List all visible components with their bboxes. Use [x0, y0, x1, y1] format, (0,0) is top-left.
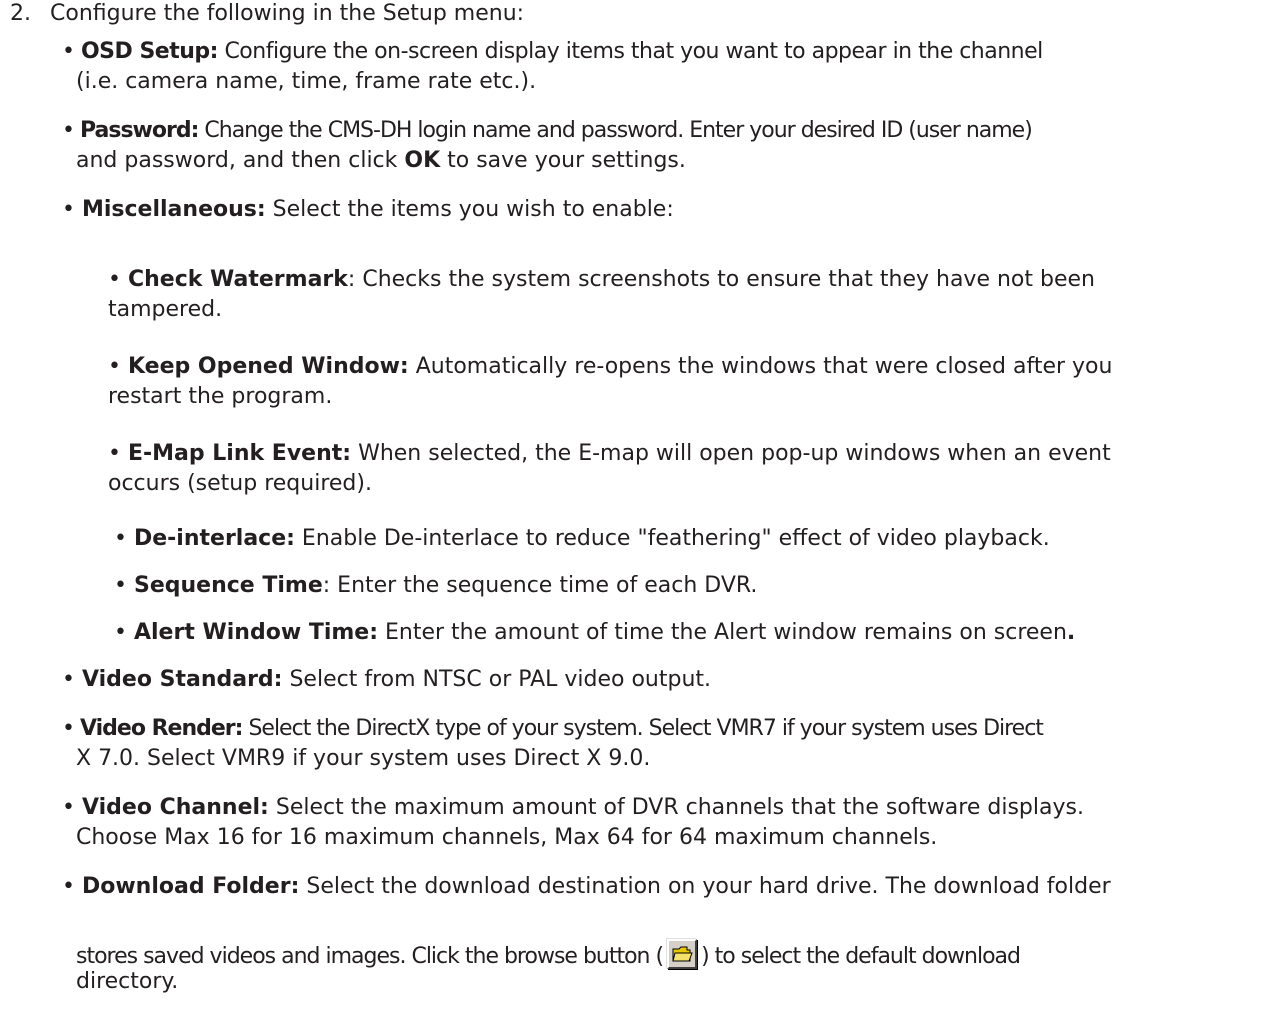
password-desc: Change the CMS-DH login name and passwor… [198, 118, 1032, 143]
keep-opened-window-term: Keep Opened Window: [127, 354, 409, 379]
bullet: • [62, 197, 75, 222]
video-channel-term: Video Channel: [81, 795, 269, 820]
osd-setup-item: • OSD Setup: Configure the on-screen dis… [62, 38, 1043, 66]
bullet: • [62, 795, 75, 820]
check-watermark-desc: : Checks the system screenshots to ensur… [347, 267, 1095, 292]
emap-link-event-desc-cont: occurs (setup required). [108, 471, 372, 496]
video-render-desc: Select the DirectX type of your system. … [242, 716, 1044, 741]
de-interlace-desc: Enable De-interlace to reduce "featherin… [294, 526, 1050, 551]
video-channel-desc-cont: Choose Max 16 for 16 maximum channels, M… [76, 825, 938, 850]
alert-window-time-desc: Enter the amount of time the Alert windo… [378, 620, 1067, 645]
video-channel-desc: Select the maximum amount of DVR channel… [268, 795, 1084, 820]
password-item: • Password: Change the CMS-DH login name… [62, 117, 1033, 145]
step-heading-text: Configure the following in the Setup men… [50, 1, 525, 26]
bullet: • [114, 526, 127, 551]
password-term: Password: [79, 118, 199, 143]
miscellaneous-term: Miscellaneous: [81, 197, 266, 222]
video-channel-item: • Video Channel: Select the maximum amou… [62, 794, 1084, 822]
bullet: • [108, 354, 121, 379]
step-number: 2. [10, 1, 31, 26]
bullet: • [62, 118, 75, 143]
bullet: • [62, 667, 75, 692]
bullet: • [62, 716, 75, 741]
bullet: • [108, 441, 121, 466]
miscellaneous-item: • Miscellaneous: Select the items you wi… [62, 196, 674, 224]
bullet: • [62, 39, 75, 64]
download-folder-item: • Download Folder: Select the download d… [62, 873, 1111, 901]
check-watermark-term: Check Watermark [127, 267, 348, 292]
video-render-desc-cont: X 7.0. Select VMR9 if your system uses D… [76, 746, 651, 771]
check-watermark-item: • Check Watermark: Checks the system scr… [108, 266, 1095, 294]
bullet: • [62, 874, 75, 899]
de-interlace-item: • De-interlace: Enable De-interlace to r… [114, 525, 1050, 553]
video-standard-desc: Select from NTSC or PAL video output. [282, 667, 712, 692]
emap-link-event-term: E-Map Link Event: [127, 441, 352, 466]
download-folder-desc-cont: stores saved videos and images. Click th… [76, 939, 1021, 971]
password-desc-cont: and password, and then click OK to save … [76, 148, 686, 173]
de-interlace-term: De-interlace: [133, 526, 295, 551]
osd-setup-desc-cont: (i.e. camera name, time, frame rate etc.… [76, 69, 537, 94]
emap-link-event-item: • E-Map Link Event: When selected, the E… [108, 440, 1111, 468]
browse-button [667, 939, 698, 969]
video-render-item: • Video Render: Select the DirectX type … [62, 715, 1044, 743]
step-heading: 2. Configure the following in the Setup … [10, 0, 524, 28]
download-folder-term: Download Folder: [81, 874, 300, 899]
keep-opened-window-desc: Automatically re-opens the windows that … [408, 354, 1113, 379]
video-standard-item: • Video Standard: Select from NTSC or PA… [62, 666, 711, 694]
sequence-time-desc: : Enter the sequence time of each DVR. [322, 573, 758, 598]
video-render-term: Video Render: [79, 716, 243, 741]
ok-label: OK [404, 148, 441, 173]
check-watermark-desc-cont: tampered. [108, 297, 223, 322]
sequence-time-term: Sequence Time [133, 573, 323, 598]
sequence-time-item: • Sequence Time: Enter the sequence time… [114, 572, 757, 600]
keep-opened-window-item: • Keep Opened Window: Automatically re-o… [108, 353, 1112, 381]
osd-setup-desc: Configure the on-screen display items th… [217, 39, 1043, 64]
video-standard-term: Video Standard: [81, 667, 283, 692]
miscellaneous-desc: Select the items you wish to enable: [265, 197, 674, 222]
alert-window-time-term: Alert Window Time: [133, 620, 379, 645]
alert-window-time-item: • Alert Window Time: Enter the amount of… [114, 620, 1076, 645]
keep-opened-window-desc-cont: restart the program. [108, 384, 333, 409]
bullet: • [114, 620, 127, 645]
folder-icon [672, 946, 693, 962]
osd-setup-term: OSD Setup: [80, 39, 218, 64]
bullet: • [114, 573, 127, 598]
download-folder-desc: Select the download destination on your … [299, 874, 1111, 899]
download-folder-desc-end: directory. [76, 969, 179, 994]
bullet: • [108, 267, 121, 292]
emap-link-event-desc: When selected, the E-map will open pop-u… [351, 441, 1111, 466]
